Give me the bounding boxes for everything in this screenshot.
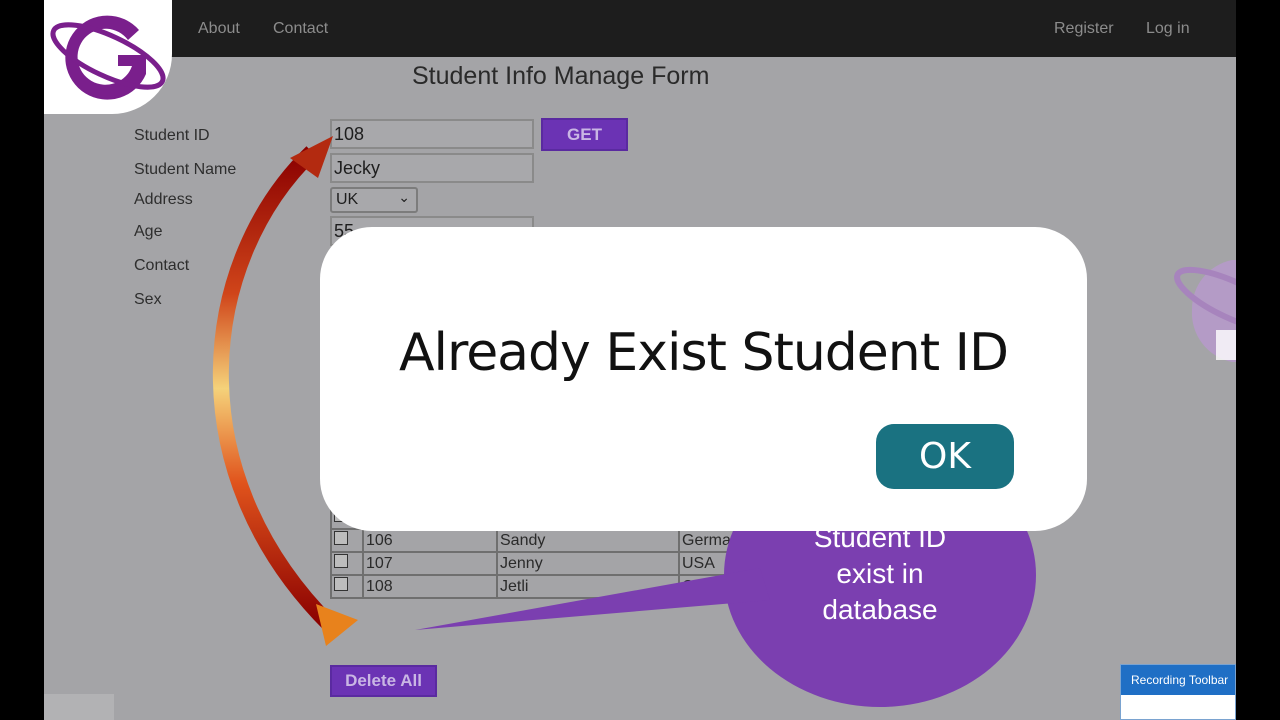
bubble-text: Student ID exist in database	[813, 522, 947, 625]
recording-toolbar-title: Recording Toolbar	[1121, 665, 1235, 695]
arrow-head-bottom	[316, 604, 358, 646]
alert-dialog: Already Exist Student ID OK	[320, 227, 1087, 531]
ok-button[interactable]: OK	[876, 424, 1014, 489]
bottom-left-panel	[44, 694, 114, 720]
dialog-message: Already Exist Student ID	[398, 323, 1009, 383]
recording-toolbar[interactable]: Recording Toolbar	[1120, 664, 1236, 720]
speech-bubble-tail	[415, 568, 770, 630]
curved-arrow	[212, 146, 336, 631]
